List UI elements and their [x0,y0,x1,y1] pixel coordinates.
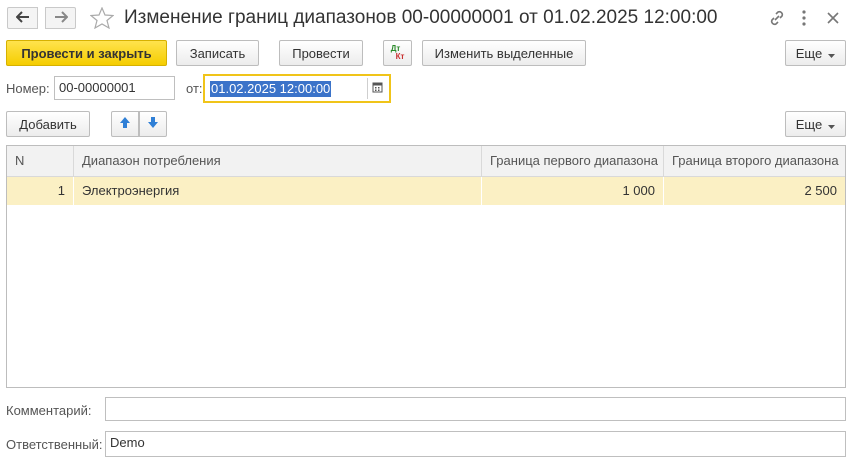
cell-first-boundary[interactable]: 1 000 [482,177,664,205]
arrow-up-icon [119,116,131,132]
cell-second-boundary[interactable]: 2 500 [664,177,845,205]
date-field-divider [367,78,368,99]
arrow-left-icon [15,10,30,27]
kt-label: Кт [395,52,405,61]
save-button[interactable]: Записать [176,40,259,66]
post-button[interactable]: Провести [279,40,363,66]
dropdown-icon [828,46,836,61]
back-button[interactable] [7,7,38,29]
more-vert-icon[interactable] [797,9,811,27]
comment-field[interactable] [105,397,846,421]
dropdown-icon [828,117,836,132]
column-header-second-boundary[interactable]: Граница второго диапазона [664,146,845,177]
post-and-close-button[interactable]: Провести и закрыть [6,40,167,66]
column-header-first-boundary[interactable]: Граница первого диапазона [482,146,664,177]
close-icon[interactable] [825,10,841,26]
table-more-label: Еще [795,116,823,132]
responsible-label: Ответственный: [6,437,103,452]
move-up-button[interactable] [111,111,139,137]
responsible-field[interactable]: Demo [105,431,846,457]
favorite-star-icon[interactable] [89,6,115,30]
change-selected-button[interactable]: Изменить выделенные [422,40,586,66]
forward-button[interactable] [45,7,76,29]
table-more-button[interactable]: Еще [785,111,846,137]
date-field[interactable]: 01.02.2025 12:00:00 [203,74,391,103]
link-icon[interactable] [768,9,788,27]
number-field[interactable]: 00-00000001 [54,76,175,100]
more-label: Еще [795,45,823,61]
cell-n[interactable]: 1 [7,177,74,205]
arrow-right-icon [54,10,68,27]
more-button[interactable]: Еще [785,40,846,66]
dt-kt-icon: Дт Кт [391,45,405,61]
move-down-button[interactable] [139,111,167,137]
date-label: от: [186,81,203,96]
calendar-icon[interactable] [372,81,383,96]
dt-kt-button[interactable]: Дт Кт [383,40,412,66]
date-value: 01.02.2025 12:00:00 [210,81,332,97]
column-header-n[interactable]: N [7,146,74,177]
number-label: Номер: [6,81,50,96]
cell-consumption-range[interactable]: Электроэнергия [74,177,482,205]
comment-label: Комментарий: [6,403,92,418]
column-header-consumption-range[interactable]: Диапазон потребления [74,146,482,177]
add-button[interactable]: Добавить [6,111,90,137]
ranges-table[interactable]: N Диапазон потребления Граница первого д… [6,145,846,388]
arrow-down-icon [147,116,159,132]
window-title: Изменение границ диапазонов 00-00000001 … [124,7,718,28]
